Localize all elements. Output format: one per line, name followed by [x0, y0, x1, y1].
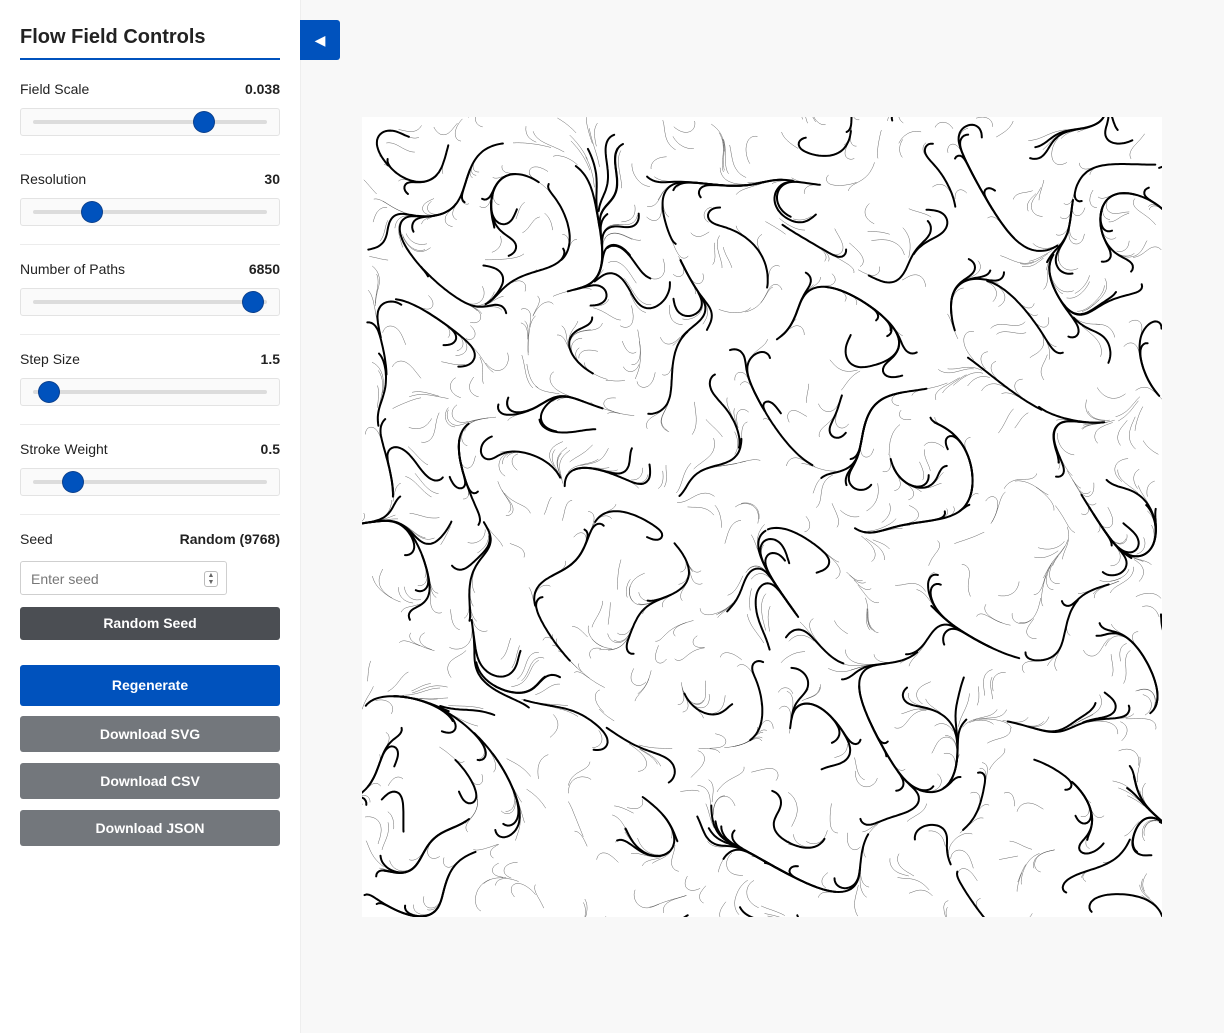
number-of-paths-value: 6850	[248, 261, 280, 277]
number-of-paths-label: Number of Paths	[20, 261, 126, 277]
slider-thumb[interactable]	[62, 472, 83, 492]
divider	[20, 334, 280, 335]
stroke-weight-value: 0.5	[260, 441, 280, 457]
controls-sidebar: Flow Field Controls Field Scale 0.038 Re…	[0, 0, 300, 1033]
divider	[20, 244, 280, 245]
step-size-value: 1.5	[260, 351, 280, 367]
random-seed-button[interactable]: Random Seed	[20, 607, 280, 640]
stroke-weight-slider[interactable]	[20, 468, 280, 496]
slider-thumb[interactable]	[242, 292, 263, 312]
slider-track	[33, 390, 267, 394]
collapse-left-icon[interactable]: ◀	[300, 20, 340, 60]
field-scale-control: Field Scale 0.038	[20, 80, 280, 136]
resolution-slider[interactable]	[20, 198, 280, 226]
seed-value: Random (9768)	[179, 531, 280, 547]
number-of-paths-control: Number of Paths 6850	[20, 260, 280, 316]
field-scale-slider[interactable]	[20, 108, 280, 136]
seed-label: Seed	[20, 531, 53, 547]
download-csv-button[interactable]: Download CSV	[20, 763, 280, 799]
step-size-label: Step Size	[20, 351, 80, 367]
flow-field-canvas	[362, 117, 1162, 917]
seed-control: Seed Random (9768)	[20, 530, 280, 548]
flow-field-artwork	[362, 117, 1162, 917]
seed-input[interactable]	[29, 569, 203, 589]
app: Flow Field Controls Field Scale 0.038 Re…	[0, 0, 1224, 1033]
slider-thumb[interactable]	[81, 202, 102, 222]
number-of-paths-slider[interactable]	[20, 288, 280, 316]
regenerate-button[interactable]: Regenerate	[20, 665, 280, 706]
slider-track	[33, 120, 267, 124]
divider	[20, 424, 280, 425]
resolution-value: 30	[264, 171, 280, 187]
stroke-weight-label: Stroke Weight	[20, 441, 108, 457]
flow-paths-thin	[362, 117, 1162, 917]
field-scale-value: 0.038	[244, 81, 280, 97]
step-size-slider[interactable]	[20, 378, 280, 406]
seed-input-box: ▲▼	[20, 561, 227, 595]
slider-track	[33, 300, 267, 304]
field-scale-label: Field Scale	[20, 81, 90, 97]
flow-paths-bold	[362, 117, 1162, 917]
slider-thumb[interactable]	[193, 112, 214, 132]
divider	[20, 514, 280, 515]
resolution-label: Resolution	[20, 171, 87, 187]
resolution-control: Resolution 30	[20, 170, 280, 226]
slider-thumb[interactable]	[39, 382, 60, 402]
download-svg-button[interactable]: Download SVG	[20, 716, 280, 752]
slider-track	[33, 210, 267, 214]
panel-title: Flow Field Controls	[20, 26, 280, 60]
download-json-button[interactable]: Download JSON	[20, 810, 280, 846]
divider	[20, 154, 280, 155]
stroke-weight-control: Stroke Weight 0.5	[20, 440, 280, 496]
number-spinner-icon[interactable]: ▲ ▼	[204, 571, 218, 587]
step-size-control: Step Size 1.5	[20, 350, 280, 406]
